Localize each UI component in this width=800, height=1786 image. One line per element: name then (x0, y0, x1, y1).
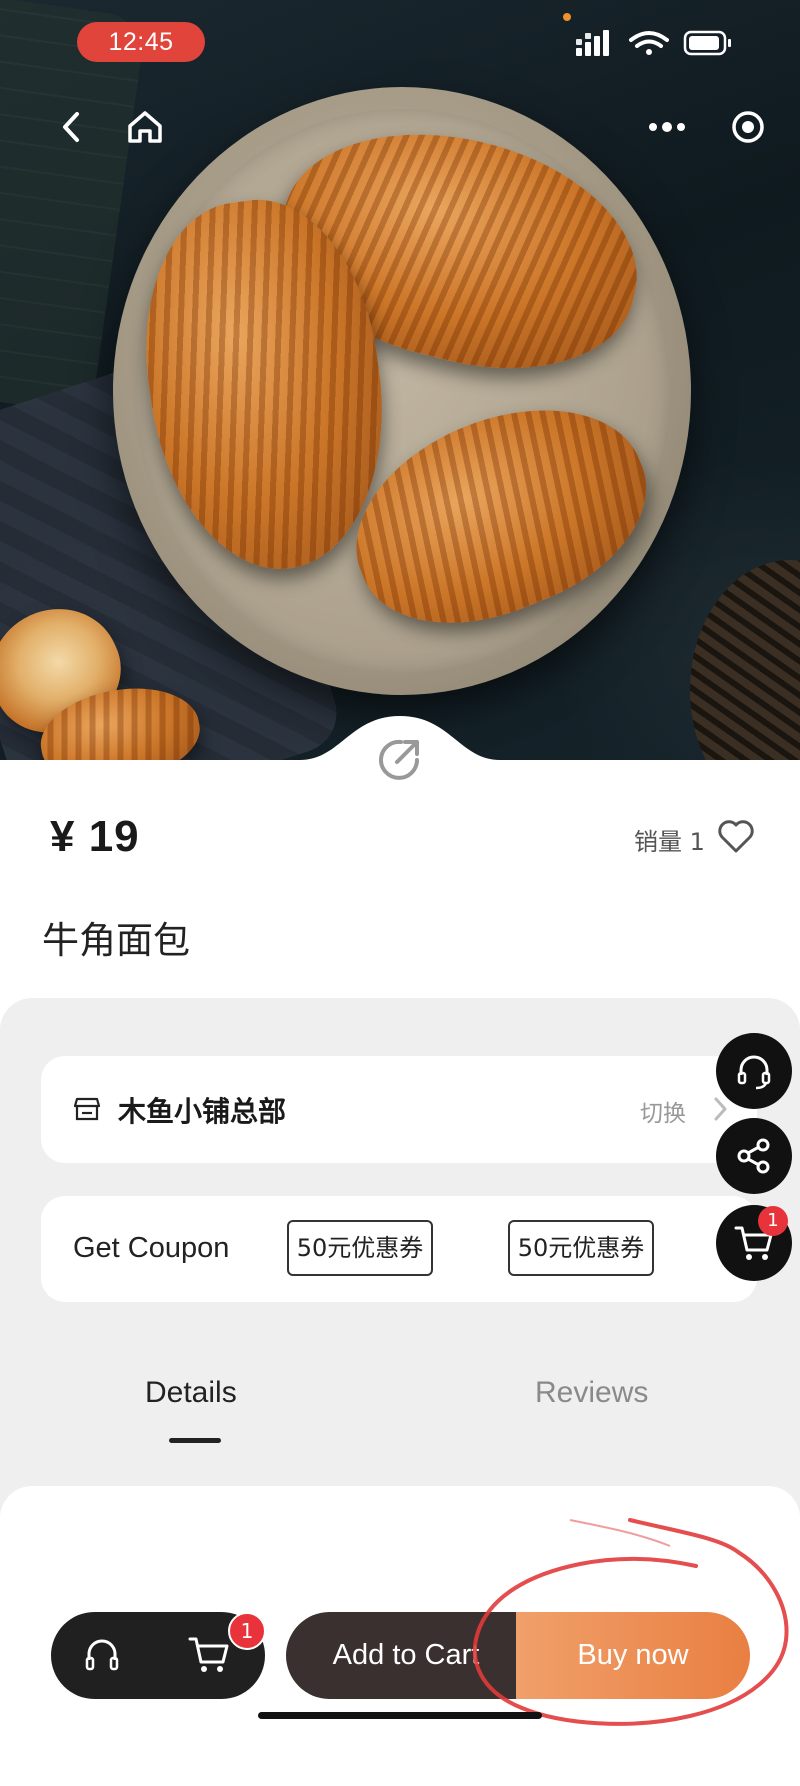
chevron-left-icon (63, 112, 79, 142)
tab-details[interactable]: Details (145, 1376, 237, 1410)
back-button[interactable] (46, 102, 96, 152)
target-circle-icon (732, 111, 764, 143)
tab-reviews[interactable]: Reviews (535, 1376, 648, 1410)
switch-store-link[interactable]: 切换 (640, 1094, 686, 1128)
coupon-label: Get Coupon (73, 1232, 230, 1264)
status-time: 12:45 (77, 22, 205, 62)
home-icon (128, 111, 162, 143)
share-float-button[interactable] (716, 1118, 792, 1194)
headset-icon (737, 1055, 771, 1090)
home-button[interactable] (120, 102, 170, 152)
sales-count: 销量 1 (634, 828, 705, 856)
store-name: 木鱼小铺总部 (118, 1095, 287, 1128)
favorite-heart-icon[interactable] (716, 816, 756, 856)
wifi-icon (629, 31, 669, 55)
more-button[interactable] (642, 102, 692, 152)
coupon-tag[interactable]: 50元优惠券 (287, 1220, 433, 1276)
headset-button[interactable] (81, 1634, 123, 1676)
share-nodes-icon (737, 1138, 770, 1174)
more-dots-icon (649, 122, 685, 132)
status-icons (576, 30, 731, 56)
product-price: ¥ 19 (50, 812, 140, 861)
close-miniprogram-button[interactable] (723, 102, 773, 152)
cart-button[interactable] (187, 1634, 231, 1676)
coupon-tag[interactable]: 50元优惠券 (508, 1220, 654, 1276)
buy-now-button[interactable]: Buy now (516, 1612, 750, 1699)
product-name: 牛角面包 (42, 919, 190, 962)
privacy-indicator-dot (563, 13, 571, 21)
cart-count-badge: 1 (228, 1612, 266, 1650)
purchase-actions: Add to Cart Buy now (286, 1612, 750, 1699)
store-icon (74, 1097, 100, 1121)
active-tab-indicator (169, 1438, 221, 1443)
share-link-button[interactable] (371, 730, 429, 788)
share-arrow-icon (379, 739, 419, 780)
home-indicator (258, 1712, 542, 1719)
customer-service-float-button[interactable] (716, 1033, 792, 1109)
add-to-cart-button[interactable]: Add to Cart (286, 1612, 516, 1699)
cart-count-badge: 1 (758, 1206, 788, 1236)
signal-icon (576, 30, 609, 56)
battery-icon (683, 30, 731, 56)
